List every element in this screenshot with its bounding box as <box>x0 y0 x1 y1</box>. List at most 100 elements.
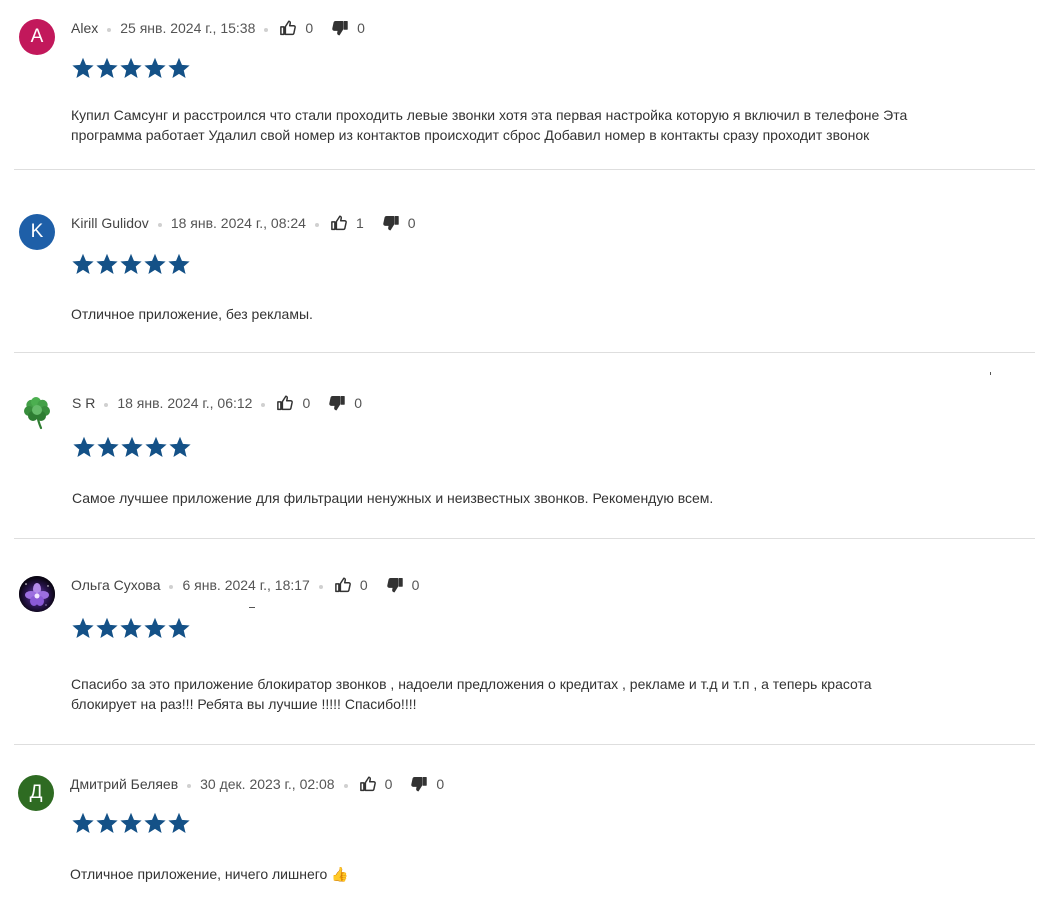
star-icon <box>95 252 119 276</box>
like-count: 0 <box>359 577 368 593</box>
dislike-button[interactable] <box>331 19 349 37</box>
thumbs-up-icon <box>334 576 352 594</box>
review-meta: Ольга Сухова 6 янв. 2024 г., 18:17 0 0 <box>71 575 435 595</box>
separator-dot <box>318 584 323 589</box>
avatar: A <box>19 19 55 55</box>
review-text: Самое лучшее приложение для фильтрации н… <box>72 490 714 506</box>
like-button[interactable] <box>330 214 348 232</box>
review-date: 18 янв. 2024 г., 06:12 <box>117 395 253 411</box>
star-icon <box>71 56 95 80</box>
author-name: Ольга Сухова <box>71 577 161 593</box>
avatar-letter: A <box>30 26 44 47</box>
review-meta: Дмитрий Беляев 30 дек. 2023 г., 02:08 0 … <box>70 774 460 794</box>
like-button[interactable] <box>276 394 294 412</box>
avatar: Д <box>18 775 54 811</box>
review-date: 30 дек. 2023 г., 02:08 <box>200 776 335 792</box>
separator-dot <box>314 222 319 227</box>
like-button[interactable] <box>279 19 297 37</box>
shamrock-icon <box>24 397 50 430</box>
dislike-count: 0 <box>354 395 363 411</box>
like-button[interactable] <box>359 775 377 793</box>
star-icon <box>95 56 119 80</box>
avatar <box>19 394 55 430</box>
star-icon <box>143 616 167 640</box>
star-icon <box>72 435 96 459</box>
separator-dot <box>261 402 266 407</box>
separator-dot <box>104 402 109 407</box>
star-icon <box>119 811 143 835</box>
star-icon <box>71 252 95 276</box>
avatar-letter: K <box>30 221 44 242</box>
thumbs-down-icon <box>328 394 346 412</box>
separator-dot <box>264 27 269 32</box>
star-icon <box>95 616 119 640</box>
separator-dot <box>187 783 192 788</box>
divider <box>14 352 1035 353</box>
review-text: Спасибо за это приложение блокиратор зво… <box>71 676 872 712</box>
separator-dot <box>107 27 112 32</box>
star-icon <box>168 435 192 459</box>
star-icon <box>167 252 191 276</box>
dislike-count: 0 <box>411 577 420 593</box>
thumbs-up-icon <box>359 775 377 793</box>
star-icon <box>96 435 120 459</box>
purple-flower-photo <box>19 576 55 612</box>
thumbs-down-icon <box>331 19 349 37</box>
like-count: 0 <box>384 776 393 792</box>
thumbs-down-icon <box>386 576 404 594</box>
star-icon <box>71 616 95 640</box>
star-rating <box>71 616 191 640</box>
like-button[interactable] <box>334 576 352 594</box>
star-icon <box>119 252 143 276</box>
stray-mark <box>249 607 255 608</box>
separator-dot <box>169 584 174 589</box>
review-meta: Alex 25 янв. 2024 г., 15:38 0 0 <box>71 18 381 38</box>
star-rating <box>71 811 191 835</box>
star-icon <box>120 435 144 459</box>
star-icon <box>143 811 167 835</box>
author-name: Дмитрий Беляев <box>70 776 179 792</box>
star-rating <box>72 435 192 459</box>
dislike-button[interactable] <box>382 214 400 232</box>
dislike-button[interactable] <box>386 576 404 594</box>
review-text: Отличное приложение, ничего лишнего 👍 <box>70 866 349 882</box>
thumbs-down-icon <box>382 214 400 232</box>
review-date: 25 янв. 2024 г., 15:38 <box>120 20 256 36</box>
star-icon <box>143 252 167 276</box>
dislike-count: 0 <box>357 20 365 36</box>
star-icon <box>143 56 167 80</box>
like-count: 0 <box>305 20 314 36</box>
star-icon <box>167 616 191 640</box>
stray-mark <box>990 372 991 375</box>
avatar: K <box>19 214 55 250</box>
star-icon <box>95 811 119 835</box>
dislike-button[interactable] <box>410 775 428 793</box>
thumbs-up-icon <box>276 394 294 412</box>
star-icon <box>71 811 95 835</box>
author-name: Kirill Gulidov <box>71 215 149 231</box>
divider <box>14 169 1035 170</box>
avatar <box>19 576 55 612</box>
star-icon <box>167 56 191 80</box>
thumbs-down-icon <box>410 775 428 793</box>
star-icon <box>144 435 168 459</box>
review-date: 6 янв. 2024 г., 18:17 <box>182 577 310 593</box>
star-icon <box>119 56 143 80</box>
star-rating <box>71 252 191 276</box>
like-count: 0 <box>302 395 311 411</box>
divider <box>14 538 1035 539</box>
thumbs-up-icon <box>330 214 348 232</box>
review-date: 18 янв. 2024 г., 08:24 <box>170 215 306 231</box>
review-meta: Kirill Gulidov 18 янв. 2024 г., 08:24 1 … <box>71 213 432 233</box>
dislike-count: 0 <box>436 776 445 792</box>
separator-dot <box>343 783 348 788</box>
star-icon <box>167 811 191 835</box>
divider <box>14 744 1035 745</box>
separator-dot <box>157 222 162 227</box>
review-text: Купил Самсунг и расстроился что стали пр… <box>71 107 908 143</box>
author-name: S R <box>72 395 96 411</box>
review-meta: S R 18 янв. 2024 г., 06:12 0 0 <box>72 393 378 413</box>
thumbs-up-icon <box>279 19 297 37</box>
star-rating <box>71 56 191 80</box>
dislike-button[interactable] <box>328 394 346 412</box>
